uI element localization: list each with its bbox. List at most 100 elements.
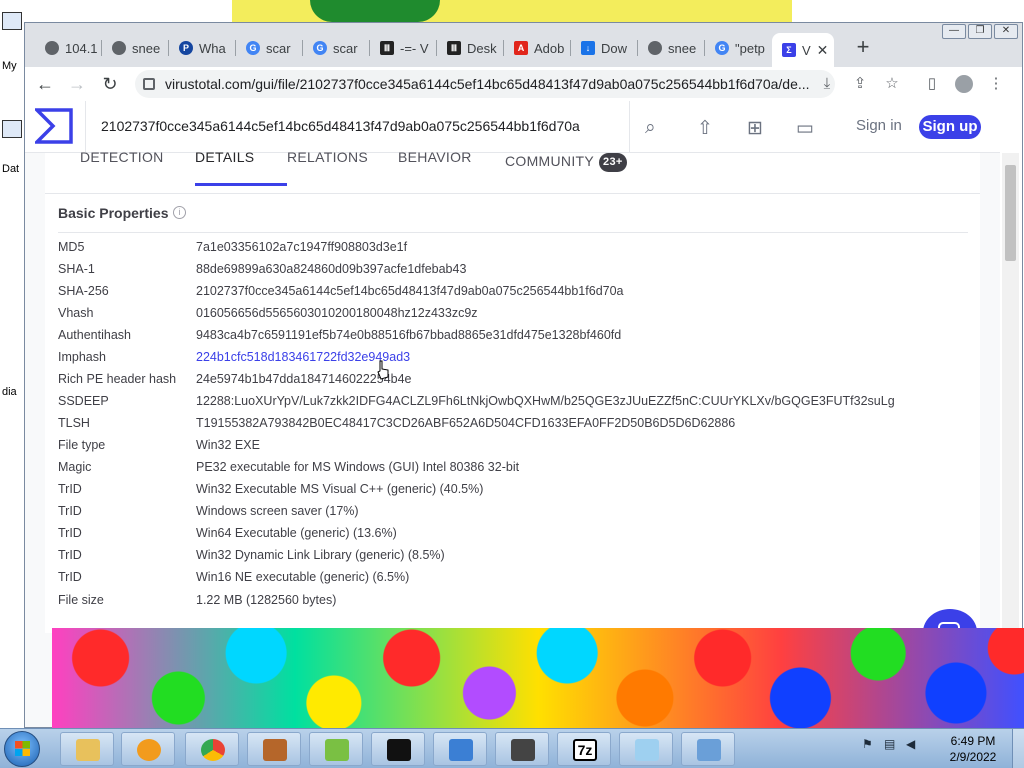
property-value: Win32 Dynamic Link Library (generic) (8.… (196, 548, 445, 562)
side-panel-icon[interactable]: ▯ (923, 75, 941, 93)
chrome-window: 104.1 snee P Wha Gscar Gscar Ⅲ -=- V Ⅲ Desk… (24, 22, 1023, 728)
action-center-flag-icon[interactable]: ⚑ (862, 737, 876, 751)
minimize-button[interactable]: — (942, 24, 966, 39)
property-key: File size (58, 593, 104, 607)
back-icon[interactable]: ← (33, 72, 57, 96)
museum-icon: Ⅲ (380, 41, 394, 55)
window-controls: — ❐ ✕ (942, 24, 1018, 39)
divider (58, 232, 968, 233)
google-icon: G (246, 41, 260, 55)
notepad-icon (635, 739, 659, 761)
control-panel-icon (697, 739, 721, 761)
install-app-icon[interactable]: ⤓ (818, 75, 836, 93)
desktop-label-my: My (2, 60, 17, 72)
tab-label: Wha (199, 40, 226, 56)
explorer-button[interactable] (60, 732, 114, 766)
cmd-icon (387, 739, 411, 761)
tab-strip: 104.1 snee P Wha Gscar Gscar Ⅲ -=- V Ⅲ Desk… (25, 23, 1022, 67)
sign-up-button[interactable]: Sign up (919, 115, 981, 139)
share-icon[interactable]: ⇪ (851, 75, 869, 93)
7zip-button[interactable]: 7z (557, 732, 611, 766)
tab-8[interactable]: A Adob (504, 33, 571, 63)
desktop-tree-art (310, 0, 440, 22)
property-value: PE32 executable for MS Windows (GUI) Int… (196, 460, 520, 474)
tab-behavior[interactable]: BEHAVIOR (398, 150, 472, 187)
globe-icon (648, 41, 662, 55)
desktop-icon-column: My Dat dia (0, 0, 24, 728)
cmd-button[interactable] (371, 732, 425, 766)
reload-icon[interactable]: ↻ (98, 72, 122, 96)
security-icon (449, 739, 473, 761)
menu-kebab-icon[interactable]: ⋮ (987, 75, 1005, 93)
clock-date: 2/9/2022 (949, 750, 997, 764)
property-value: 2102737f0cce345a6144c5ef14bc65d48413f47d… (196, 284, 624, 298)
network-icon[interactable]: ▤ (884, 737, 898, 751)
property-key: TrID (58, 570, 82, 584)
file-tabs: DETECTION DETAILS RELATIONS BEHAVIOR COM… (45, 150, 980, 193)
security-button[interactable] (433, 732, 487, 766)
upload-icon[interactable]: ⇧ (697, 117, 713, 140)
search-icon[interactable]: ⌕ (645, 117, 656, 139)
tab-label: scar (266, 40, 291, 56)
tab-6[interactable]: Ⅲ -=- V (370, 33, 437, 63)
folder-icon[interactable] (2, 120, 22, 138)
property-key: SHA-256 (58, 284, 109, 298)
tool-button[interactable] (495, 732, 549, 766)
community-count-badge: 23+ (599, 153, 627, 172)
clock[interactable]: 6:49 PM 2/9/2022 (942, 733, 1004, 765)
close-window-button[interactable]: ✕ (994, 24, 1018, 39)
tab-virustotal-active[interactable]: Σ V ✕ (772, 33, 834, 67)
property-key: TrID (58, 504, 82, 518)
media-player-button[interactable] (121, 732, 175, 766)
chat-icon[interactable]: ▭ (796, 117, 814, 140)
grid-apps-icon[interactable]: ⊞ (747, 117, 763, 140)
media-player-icon (137, 739, 161, 761)
tab-1[interactable]: 104.1 (35, 33, 102, 63)
tab-4[interactable]: Gscar (236, 33, 303, 63)
property-value: Win32 EXE (196, 438, 260, 452)
explorer-icon (76, 739, 100, 761)
bookmark-star-icon[interactable]: ☆ (883, 75, 901, 93)
tab-community[interactable]: COMMUNITY 23+ (505, 153, 627, 187)
vt-search-box[interactable]: 2102737f0cce345a6144c5ef14bc65d48413f47d… (85, 101, 630, 153)
tab-11[interactable]: G "petp (705, 33, 772, 63)
show-desktop-button[interactable] (1012, 729, 1024, 768)
tab-label: Adob (534, 40, 565, 56)
tab-5[interactable]: Gscar (303, 33, 370, 63)
property-key: Rich PE header hash (58, 372, 177, 386)
tab-label: -=- V (400, 40, 429, 56)
property-value: Win16 NE executable (generic) (6.5%) (196, 570, 410, 584)
tab-9[interactable]: ↓ Dow (571, 33, 638, 63)
address-bar[interactable]: virustotal.com/gui/file/2102737f0cce345a… (135, 70, 835, 98)
sign-in-link[interactable]: Sign in (856, 117, 902, 134)
lock-icon[interactable] (143, 78, 155, 90)
volume-icon[interactable]: ◀ (906, 737, 920, 751)
profile-avatar-icon[interactable] (955, 75, 973, 93)
close-tab-icon[interactable]: ✕ (817, 42, 829, 59)
vt-search-input[interactable]: 2102737f0cce345a6144c5ef14bc65d48413f47d… (101, 118, 580, 134)
control-panel-button[interactable] (681, 732, 735, 766)
tab-details[interactable]: DETAILS (195, 150, 254, 187)
tab-detection[interactable]: DETECTION (80, 150, 164, 187)
virustotal-logo-icon[interactable] (35, 108, 73, 144)
start-button[interactable] (4, 731, 40, 767)
forward-icon[interactable]: → (65, 72, 89, 96)
clock-time: 6:49 PM (950, 734, 996, 748)
new-tab-button[interactable]: + (851, 36, 875, 58)
app-button[interactable] (247, 732, 301, 766)
chrome-button[interactable] (185, 732, 239, 766)
scrollbar-thumb[interactable] (1005, 165, 1016, 261)
tab-2[interactable]: snee (102, 33, 169, 63)
restore-button[interactable]: ❐ (968, 24, 992, 39)
info-icon[interactable]: i (173, 206, 186, 219)
tab-10[interactable]: snee (638, 33, 705, 63)
tab-3[interactable]: P Wha (169, 33, 236, 63)
tab-7[interactable]: Ⅲ Desk (437, 33, 504, 63)
notepad-button[interactable] (619, 732, 673, 766)
windows-logo-icon (15, 741, 30, 756)
tab-relations[interactable]: RELATIONS (287, 150, 368, 187)
notepad-plus-button[interactable] (309, 732, 363, 766)
tab-label: 104.1 (65, 40, 98, 56)
computer-icon[interactable] (2, 12, 22, 30)
property-value: 12288:LuoXUrYpV/Luk7zkk2IDFG4ACLZL9Fh6Lt… (196, 394, 895, 408)
